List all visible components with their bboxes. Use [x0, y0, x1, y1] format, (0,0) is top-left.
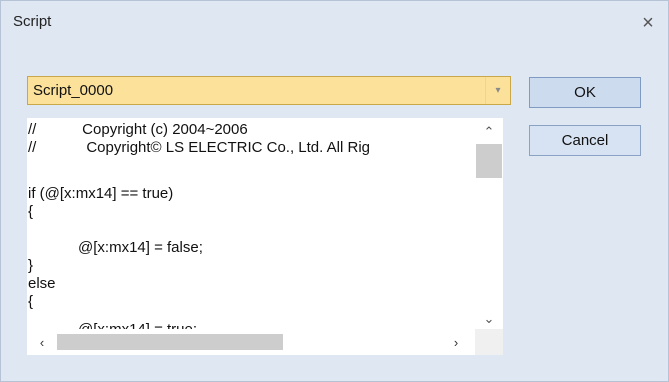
code-line: // Copyright© LS ELECTRIC Co., Ltd. All … [28, 139, 371, 156]
code-line: // Copyright (c) 2004~2006 [28, 121, 248, 138]
horizontal-scrollbar[interactable]: ‹ › [27, 329, 475, 355]
script-select[interactable]: Script_0000 ▾ [27, 76, 511, 105]
scroll-left-icon[interactable]: ‹ [31, 332, 53, 352]
script-select-value: Script_0000 [33, 82, 114, 99]
cancel-button[interactable]: Cancel [529, 125, 641, 156]
script-dialog: Script × Script_0000 ▾ // Copyright (c) … [0, 0, 669, 382]
vertical-scroll-thumb[interactable] [476, 144, 502, 178]
scroll-down-icon[interactable]: ⌄ [475, 309, 503, 329]
horizontal-scroll-thumb[interactable] [57, 334, 283, 350]
script-editor[interactable]: // Copyright (c) 2004~2006 // Copyright©… [27, 118, 503, 355]
code-line: @[x:mx14] = false; [28, 239, 203, 256]
code-line: else [28, 275, 56, 292]
code-line: @[x:mx14] = true; [28, 321, 197, 329]
code-line: { [28, 293, 34, 310]
title-bar: Script × [1, 1, 668, 45]
vertical-scrollbar[interactable]: ⌃ ⌄ [475, 118, 503, 329]
scrollbar-corner [475, 329, 503, 355]
scroll-right-icon[interactable]: › [445, 332, 467, 352]
code-line: { [28, 203, 34, 220]
ok-button[interactable]: OK [529, 77, 641, 108]
code-line: } [28, 257, 34, 274]
chevron-down-icon[interactable]: ▾ [485, 77, 510, 104]
code-line: if (@[x:mx14] == true) [28, 185, 174, 202]
dialog-title: Script [13, 13, 52, 30]
close-icon[interactable]: × [634, 9, 662, 37]
scroll-up-icon[interactable]: ⌃ [475, 122, 503, 142]
code-area[interactable]: // Copyright (c) 2004~2006 // Copyright©… [27, 118, 475, 329]
